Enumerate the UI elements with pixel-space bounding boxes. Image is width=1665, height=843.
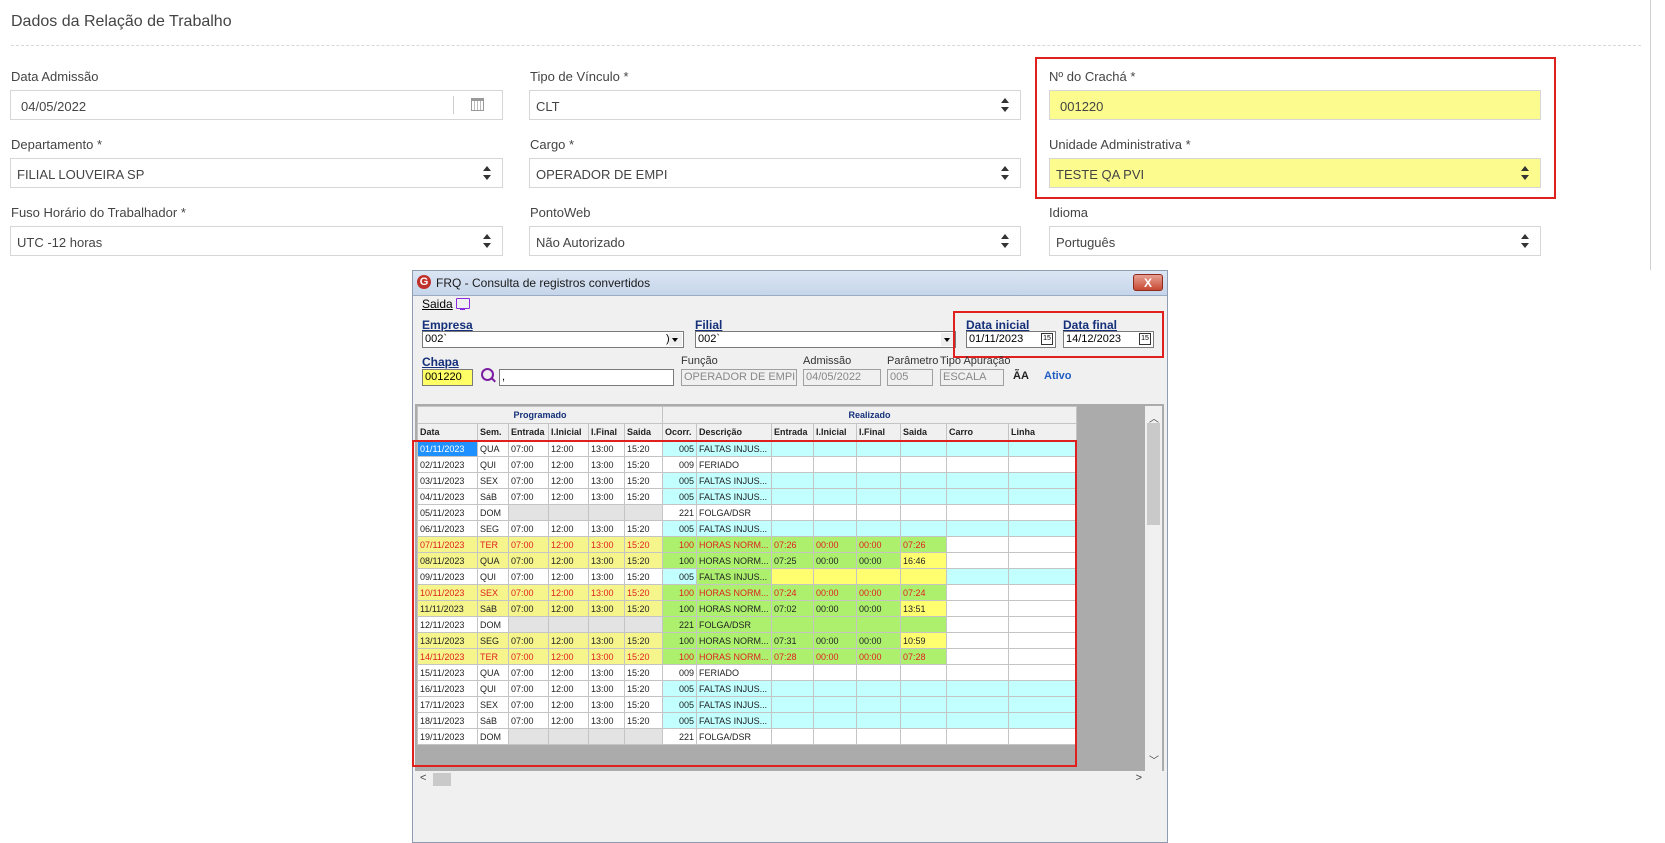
dropdown-arrow-icon[interactable] [669,333,682,346]
chapa-input[interactable]: 001220 [422,369,473,386]
column-header[interactable]: Linha [1008,423,1077,441]
pontoweb-value: Não Autorizado [536,235,625,250]
section-title: Dados da Relação de Trabalho [11,13,232,30]
column-header[interactable]: Data [417,423,478,441]
scroll-thumb[interactable] [433,773,451,786]
idioma-label: Idioma [1049,205,1089,220]
app-logo-icon: G [417,275,431,289]
cargo-select[interactable]: OPERADOR DE EMPI [529,158,1021,188]
chapa-value: 001220 [425,371,462,383]
tipo-apuracao-field: ESCALA [940,369,1004,386]
scroll-down-icon[interactable]: ﹀ [1149,752,1159,767]
horizontal-scrollbar[interactable]: < > [415,771,1164,788]
tipo-apuracao-value: ESCALA [943,371,987,383]
group-programado: Programado [417,406,663,424]
column-header[interactable]: Entrada [508,423,549,441]
cargo-label: Cargo * [530,137,575,152]
column-header[interactable]: Sem. [477,423,509,441]
departamento-select[interactable]: FILIAL LOUVEIRA SP [10,158,503,188]
highlight-box-grid [412,440,1077,767]
window-titlebar[interactable]: G FRQ - Consulta de registros convertido… [413,271,1167,296]
empresa-combo[interactable]: 002` ) [422,331,684,348]
column-header[interactable]: Carro [946,423,1009,441]
chapa-name-value: , [502,371,506,383]
filial-label: Filial [695,318,723,332]
column-header[interactable]: Ocorr. [662,423,697,441]
scroll-left-icon[interactable]: < [420,772,426,784]
highlight-box-dates [953,311,1164,358]
filial-value: 002` [698,333,721,345]
column-header-row: Data Sem. Entrada I.Inicial I.Final Saida Ocor… [417,423,1077,441]
scroll-thumb[interactable] [1147,423,1160,525]
scroll-right-icon[interactable]: > [1136,772,1142,784]
field-separator [453,96,454,114]
idioma-value: Português [1056,235,1116,250]
empresa-label: Empresa [422,318,473,332]
tipo-vinculo-select[interactable]: CLT [529,90,1021,120]
admissao-value: 04/05/2022 [806,371,862,383]
fuso-label: Fuso Horário do Trabalhador * [11,205,186,220]
cargo-value: OPERADOR DE EMPI [536,167,668,182]
funcao-value: OPERADOR DE EMPI [684,371,796,383]
column-header[interactable]: I.Inicial [548,423,589,441]
panel-border [1650,0,1651,270]
select-arrows-icon [483,234,491,248]
departamento-value: FILIAL LOUVEIRA SP [17,167,145,182]
idioma-select[interactable]: Português [1049,226,1541,256]
empresa-value: 002` [425,333,448,345]
tipo-vinculo-value: CLT [536,99,560,114]
departamento-label: Departamento * [11,137,103,152]
column-header[interactable]: Entrada [771,423,814,441]
parametro-label: Parâmetro [887,355,939,367]
chapa-name-input[interactable]: , [499,369,674,386]
select-arrows-icon [1001,98,1009,112]
data-admissao-value: 04/05/2022 [21,99,87,114]
fuso-select[interactable]: UTC -12 horas [10,226,503,256]
menu-saida[interactable]: Saida [422,297,453,311]
admissao-label: Admissão [803,355,852,367]
group-realizado: Realizado [662,406,1077,424]
column-header[interactable]: I.Final [588,423,625,441]
select-arrows-icon [1001,234,1009,248]
select-arrows-icon [1001,166,1009,180]
window-title: FRQ - Consulta de registros convertidos [436,276,651,290]
filial-combo[interactable]: 002` [695,331,956,348]
column-header[interactable]: I.Final [856,423,901,441]
chapa-label: Chapa [422,355,459,369]
close-button[interactable]: X [1133,274,1163,291]
pontoweb-select[interactable]: Não Autorizado [529,226,1021,256]
data-admissao-label: Data Admissão [11,69,99,84]
tipo-vinculo-label: Tipo de Vínculo * [530,69,629,84]
pontoweb-label: PontoWeb [530,205,591,220]
column-header[interactable]: Saida [900,423,947,441]
fuso-value: UTC -12 horas [17,235,103,250]
admissao-field: 04/05/2022 [803,369,881,386]
status-ativo: Ativo [1044,370,1072,382]
funcao-label: Função [681,355,718,367]
vertical-scrollbar[interactable]: ︿ ﹀ [1145,406,1162,771]
select-arrows-icon [483,166,491,180]
column-header[interactable]: Saida [624,423,663,441]
column-header[interactable]: Descrição [696,423,772,441]
select-arrows-icon [1521,234,1529,248]
tipo-apuracao-label: Tipo Apuração [940,355,1011,367]
calendar-icon[interactable] [471,98,484,111]
section-divider [11,45,1641,46]
monitor-icon[interactable] [456,298,470,310]
funcao-field: OPERADOR DE EMPI [681,369,797,386]
column-header[interactable]: I.Inicial [813,423,857,441]
parametro-field: 005 [887,369,933,386]
parametro-value: 005 [890,371,909,383]
data-admissao-field[interactable]: 04/05/2022 [10,90,503,120]
search-icon[interactable] [481,368,494,381]
font-size-icon[interactable]: ÃA [1013,370,1029,382]
highlight-box-cracha-unidade [1035,57,1556,199]
